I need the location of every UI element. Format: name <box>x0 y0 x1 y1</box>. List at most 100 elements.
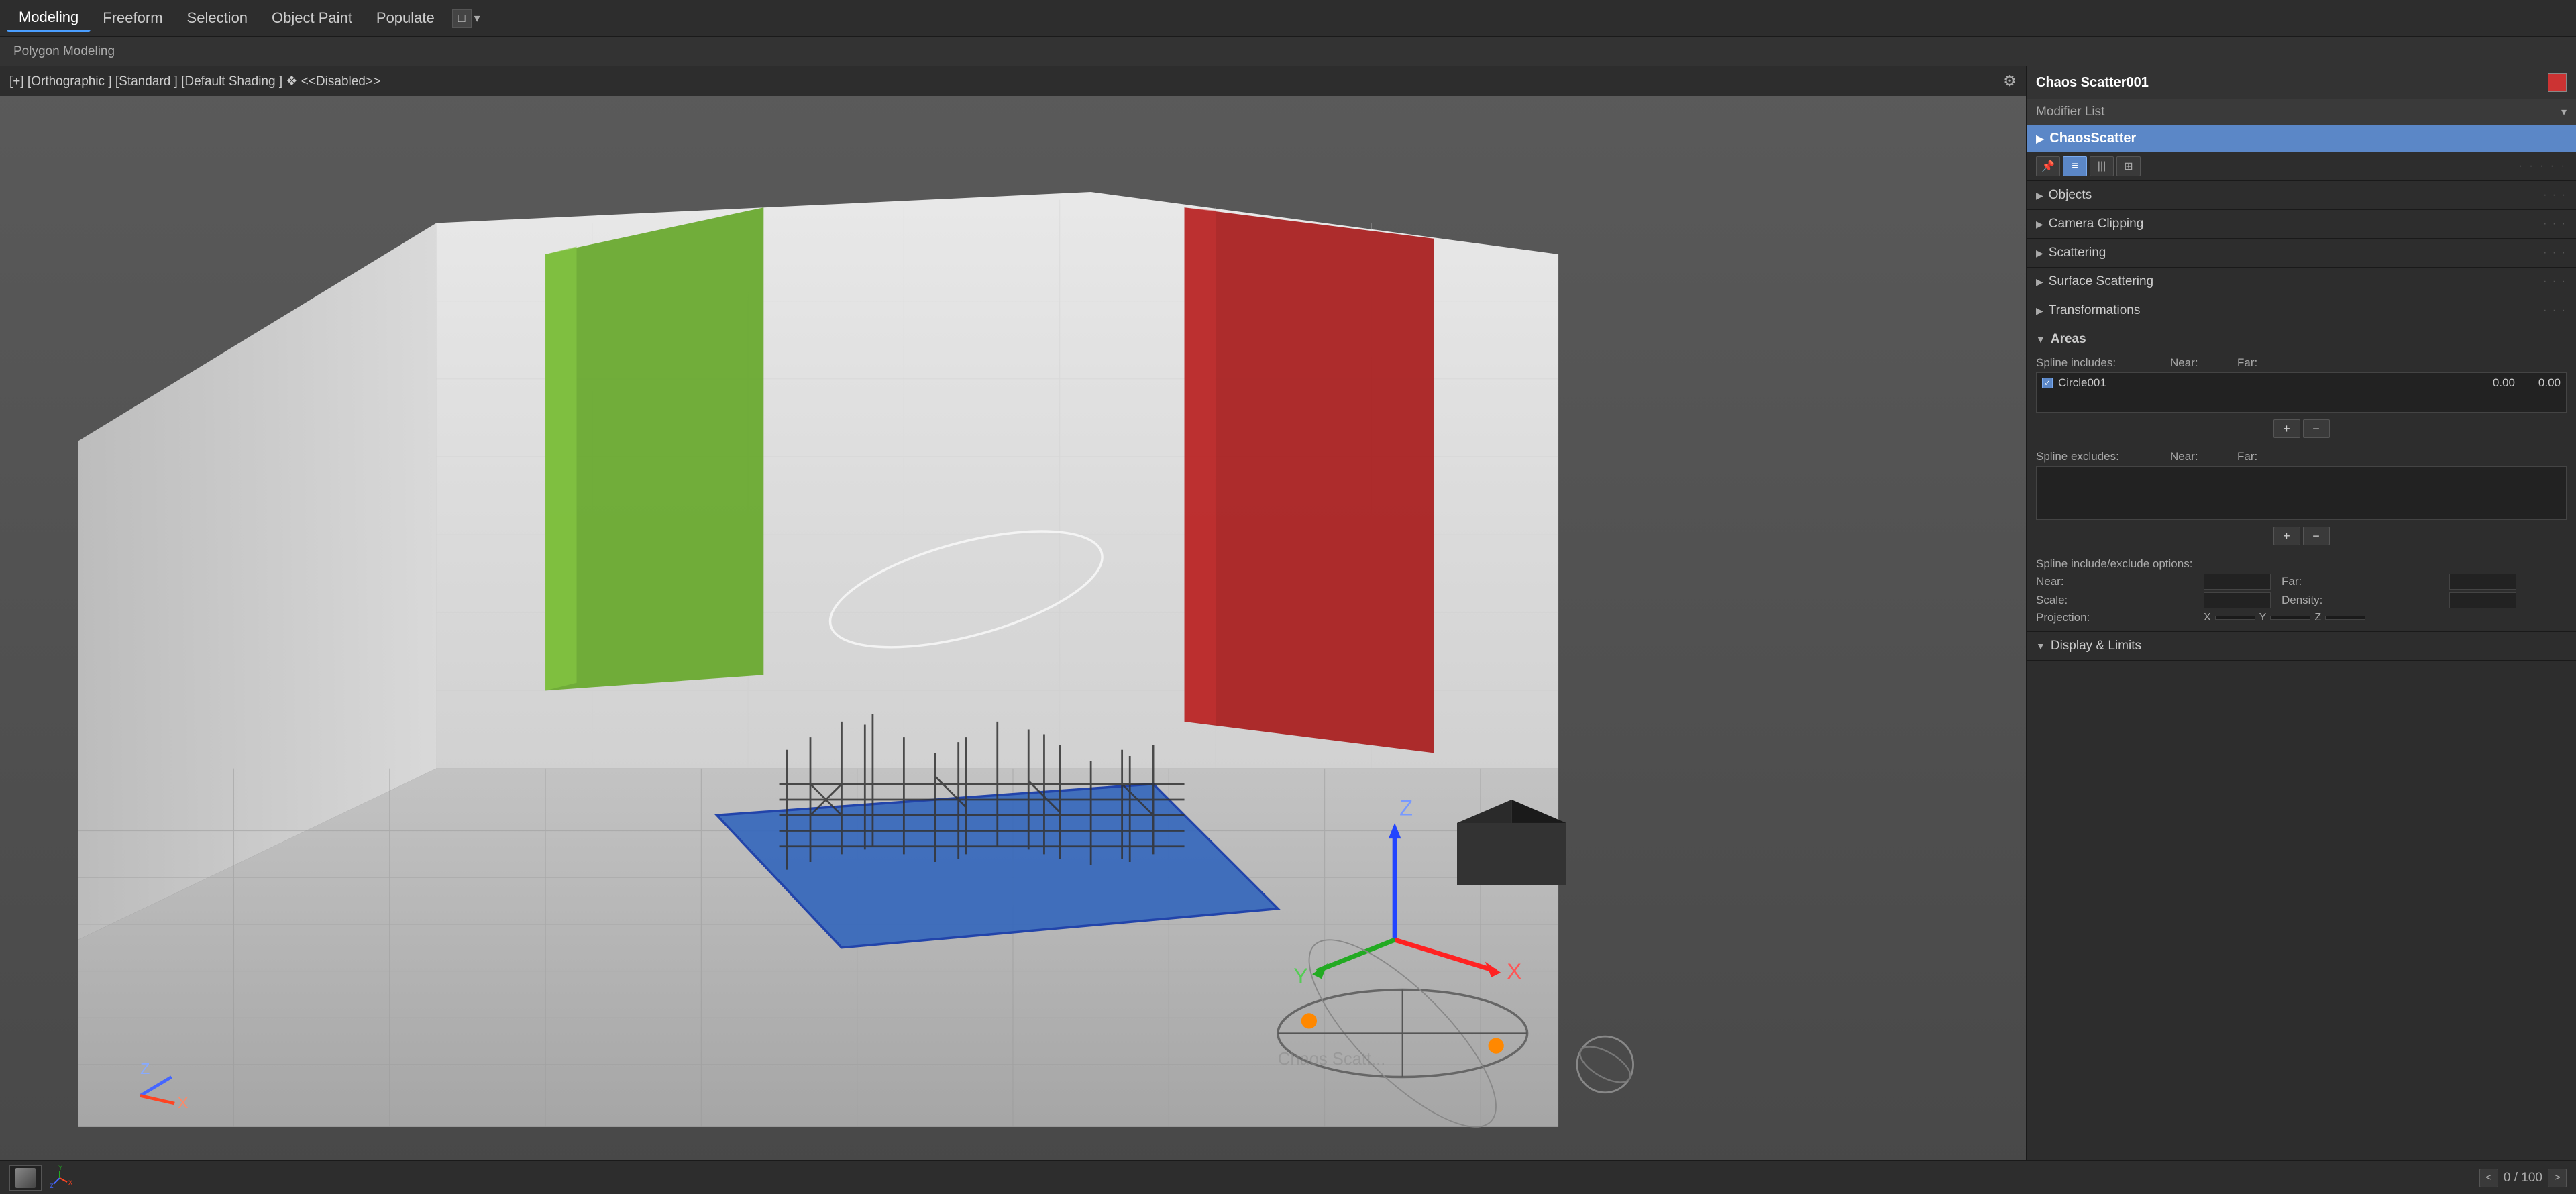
tab-graph[interactable]: ||| <box>2090 156 2114 176</box>
areas-label: Areas <box>2051 332 2567 347</box>
options-label-row: Spline include/exclude options: <box>2036 557 2567 571</box>
density-spinner[interactable] <box>2449 592 2516 608</box>
svg-text:Chaos Scatt...: Chaos Scatt... <box>1278 1050 1385 1069</box>
scale-spinner[interactable] <box>2204 592 2271 608</box>
svg-text:Z: Z <box>50 1183 54 1189</box>
right-panel: Chaos Scatter001 Modifier List ▾ ▶ Chaos… <box>2026 66 2576 1160</box>
modifier-list-bar[interactable]: Modifier List ▾ <box>2027 99 2576 125</box>
menu-object-paint[interactable]: Object Paint <box>260 5 364 31</box>
polygon-modeling-label: Polygon Modeling <box>7 42 121 62</box>
next-frame-btn[interactable]: > <box>2548 1169 2567 1187</box>
section-camera-clipping-label: Camera Clipping <box>2049 217 2543 231</box>
spline-item-circle001[interactable]: ✓ Circle001 0.00 0.00 <box>2037 373 2566 393</box>
axes-icon: Z X Y <box>47 1165 72 1191</box>
modifier-list-dropdown-arrow[interactable]: ▾ <box>2561 105 2567 119</box>
excludes-add-remove-row: + − <box>2036 523 2567 549</box>
viewport-header: [+] [Orthographic ] [Standard ] [Default… <box>0 66 2026 96</box>
projection-x-value[interactable] <box>2215 616 2255 620</box>
section-scattering-arrow: ▶ <box>2036 248 2043 259</box>
projection-z-label: Z <box>2314 612 2321 624</box>
spline-checkbox-circle001[interactable]: ✓ <box>2042 378 2053 388</box>
main-content: [+] [Orthographic ] [Standard ] [Default… <box>0 66 2576 1160</box>
includes-remove-button[interactable]: − <box>2303 419 2330 438</box>
right-panel-header: Chaos Scatter001 <box>2027 66 2576 99</box>
section-display-limits-label: Display & Limits <box>2051 639 2567 653</box>
section-scattering-dots: · · · <box>2543 247 2567 259</box>
section-transformations-arrow: ▶ <box>2036 305 2043 317</box>
section-display-limits-arrow: ▼ <box>2036 641 2045 651</box>
bottom-left: Z X Y <box>9 1165 72 1191</box>
viewport-header-text: [+] [Orthographic ] [Standard ] [Default… <box>9 74 380 89</box>
section-objects-arrow: ▶ <box>2036 190 2043 201</box>
section-transformations-label: Transformations <box>2049 303 2543 318</box>
menu-modeling[interactable]: Modeling <box>7 5 91 32</box>
spline-includes-header-row: Spline includes: Near: Far: <box>2036 356 2567 370</box>
projection-z-value[interactable] <box>2325 616 2365 620</box>
spline-excludes-label: Spline excludes: <box>2036 450 2170 464</box>
excludes-near-col-label: Near: <box>2170 450 2237 464</box>
section-objects-dots: · · · <box>2543 189 2567 201</box>
viewport-mode-btn[interactable]: □ <box>452 9 472 28</box>
section-display-limits[interactable]: ▼ Display & Limits <box>2027 632 2576 661</box>
section-scattering[interactable]: ▶ Scattering · · · <box>2027 239 2576 268</box>
top-menu-bar: Modeling Freeform Selection Object Paint… <box>0 0 2576 37</box>
near-col-label: Near: <box>2170 356 2237 370</box>
section-surface-scattering-arrow: ▶ <box>2036 276 2043 288</box>
section-camera-clipping[interactable]: ▶ Camera Clipping · · · <box>2027 210 2576 239</box>
excludes-remove-button[interactable]: − <box>2303 527 2330 545</box>
material-thumbnail[interactable] <box>9 1165 42 1191</box>
panel-bottom-padding <box>2027 661 2576 795</box>
excludes-add-button[interactable]: + <box>2273 527 2300 545</box>
spline-includes-list[interactable]: ✓ Circle001 0.00 0.00 <box>2036 372 2567 413</box>
svg-text:X: X <box>178 1094 189 1111</box>
section-surface-scattering[interactable]: ▶ Surface Scattering · · · <box>2027 268 2576 296</box>
viewport[interactable]: [+] [Orthographic ] [Standard ] [Default… <box>0 66 2026 1160</box>
areas-header-row[interactable]: ▼ Areas <box>2036 332 2567 352</box>
tab-pin[interactable]: 📌 <box>2036 156 2060 176</box>
projection-x-label: X <box>2204 612 2211 624</box>
spline-includes-label: Spline includes: <box>2036 356 2170 370</box>
section-surface-scattering-dots: · · · <box>2543 276 2567 288</box>
excludes-far-col-label: Far: <box>2237 450 2304 464</box>
menu-freeform[interactable]: Freeform <box>91 5 174 31</box>
far-option-label: Far: <box>2282 575 2449 588</box>
prev-frame-btn[interactable]: < <box>2479 1169 2498 1187</box>
tab-params[interactable]: ≡ <box>2063 156 2087 176</box>
chaos-scatter-row[interactable]: ▶ ChaosScatter <box>2027 125 2576 152</box>
density-option-label: Density: <box>2282 594 2449 607</box>
section-transformations[interactable]: ▶ Transformations · · · <box>2027 296 2576 325</box>
menu-selection[interactable]: Selection <box>175 5 260 31</box>
modifier-list-label: Modifier List <box>2036 105 2104 119</box>
spline-excludes-list[interactable] <box>2036 466 2567 520</box>
spline-excludes-header-row: Spline excludes: Near: Far: <box>2036 450 2567 464</box>
viewport-dropdown-arrow[interactable]: ▾ <box>474 11 480 25</box>
spline-far-circle001: 0.00 <box>2520 376 2561 390</box>
frame-nav: < 0 / 100 > <box>2479 1169 2567 1187</box>
spline-includes-section: Spline includes: Near: Far: ✓ Circle001 … <box>2036 352 2567 446</box>
scale-option-label: Scale: <box>2036 594 2204 607</box>
includes-add-button[interactable]: + <box>2273 419 2300 438</box>
projection-y-value[interactable] <box>2270 616 2310 620</box>
menu-populate[interactable]: Populate <box>364 5 447 31</box>
panel-resize-dots: · · · · · <box>2519 160 2567 172</box>
modifier-color-swatch[interactable] <box>2548 73 2567 92</box>
scene-3d: Z X Y <box>0 96 2026 1160</box>
areas-expand-arrow[interactable]: ▼ <box>2036 334 2045 345</box>
svg-text:Y: Y <box>1293 964 1308 988</box>
viewport-settings-icon[interactable]: ⚙ <box>2003 72 2017 90</box>
near-option-label: Near: <box>2036 575 2204 588</box>
panel-content[interactable]: ▶ Objects · · · ▶ Camera Clipping · · · … <box>2027 181 2576 1160</box>
section-surface-scattering-label: Surface Scattering <box>2049 274 2543 289</box>
near-spinner[interactable] <box>2204 574 2271 590</box>
projection-y-label: Y <box>2259 612 2267 624</box>
svg-text:Z: Z <box>140 1060 150 1077</box>
chaos-scatter-expand-arrow[interactable]: ▶ <box>2036 132 2044 146</box>
far-spinner[interactable] <box>2449 574 2516 590</box>
chaos-scatter-label: ChaosScatter <box>2049 131 2136 146</box>
far-col-label: Far: <box>2237 356 2304 370</box>
near-far-row: Near: Far: <box>2036 574 2567 590</box>
svg-text:X: X <box>68 1179 72 1186</box>
tab-grid[interactable]: ⊞ <box>2116 156 2141 176</box>
svg-text:X: X <box>1507 959 1521 983</box>
section-objects[interactable]: ▶ Objects · · · <box>2027 181 2576 210</box>
